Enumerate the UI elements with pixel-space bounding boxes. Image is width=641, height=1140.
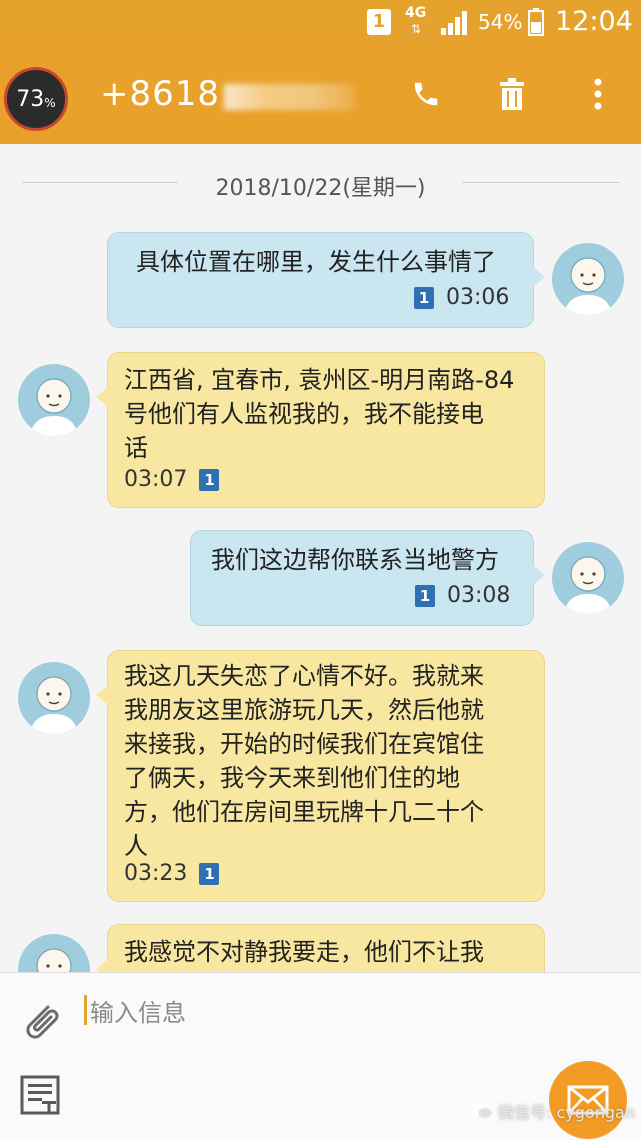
memory-badge[interactable]: 73 % <box>4 67 68 131</box>
signal-icon <box>441 11 467 35</box>
contact-number: +8618 <box>100 74 221 114</box>
message-bubble-incoming[interactable]: 我感觉不对静我要走，他们不让我 <box>96 924 545 972</box>
network-type: 4G <box>405 5 427 21</box>
sim-chip-icon: 1 <box>199 468 220 491</box>
person-avatar-icon <box>30 378 78 436</box>
battery-icon <box>528 8 544 36</box>
message-time: 03:23 <box>124 861 188 886</box>
message-time: 03:08 <box>447 583 511 608</box>
person-avatar-icon <box>564 257 612 315</box>
message-text: 江西省, 宜春市, 袁州区-明月南路-84 号他们有人监视我的，我不能接电 话 <box>124 363 514 465</box>
status-clock: 12:04 <box>555 6 633 37</box>
message-bubble-outgoing[interactable]: 具体位置在哪里，发生什么事情了 1 03:06 <box>107 232 545 328</box>
conversation-header: 73 % +8618 <box>0 44 641 144</box>
watermark: 微信号: cygongan <box>470 1099 635 1123</box>
message-line: 号他们有人监视我的，我不能接电 <box>124 400 484 428</box>
message-bubble-outgoing[interactable]: 我们这边帮你联系当地警方 1 03:08 <box>190 530 545 626</box>
sim-chip-icon: 1 <box>414 286 434 309</box>
message-text: 具体位置在哪里，发生什么事情了 <box>136 248 496 276</box>
trash-icon <box>500 78 524 110</box>
message-line: 了俩天，我今天来到他们住的地 <box>124 764 460 792</box>
watermark-text: 微信号: cygongan <box>498 1103 635 1122</box>
message-composer: 输入信息 微信号: cygongan <box>0 972 641 1140</box>
wechat-icon <box>470 1103 492 1118</box>
avatar[interactable] <box>552 243 624 315</box>
message-list[interactable]: 2018/10/22(星期一) 具体位置在哪里，发生什么事情了 1 03:06 … <box>0 144 641 972</box>
sim-chip-icon: 1 <box>415 584 435 607</box>
message-meta: 1 03:08 <box>415 583 510 608</box>
paperclip-icon[interactable] <box>18 997 66 1045</box>
sim-chip-icon: 1 <box>199 862 220 885</box>
redacted-number <box>224 84 354 110</box>
message-input[interactable]: 输入信息 <box>90 993 186 1028</box>
person-avatar-icon <box>36 948 72 972</box>
message-bubble-incoming[interactable]: 我这几天失恋了心情不好。我就来 我朋友这里旅游玩几天，然后他就 来接我，开始的时… <box>96 650 545 902</box>
message-line: 江西省, 宜春市, 袁州区-明月南路-84 <box>124 366 515 394</box>
message-meta: 03:07 1 <box>124 467 220 492</box>
message-text: 我这几天失恋了心情不好。我就来 我朋友这里旅游玩几天，然后他就 来接我，开始的时… <box>124 659 484 863</box>
avatar[interactable] <box>18 662 90 734</box>
message-line: 话 <box>124 434 148 462</box>
network-activity-icon: ⇅ <box>411 22 422 36</box>
delete-button[interactable] <box>492 74 532 114</box>
message-line: 方，他们在房间里玩牌十几二十个 <box>124 798 484 826</box>
text-cursor <box>84 995 87 1025</box>
sim-slot-indicator: 1 <box>367 9 391 35</box>
more-vertical-icon <box>594 78 602 110</box>
battery-percent: 54% <box>478 10 523 34</box>
memory-badge-value: 73 <box>16 86 45 112</box>
message-text: 我感觉不对静我要走，他们不让我 <box>124 938 484 966</box>
message-line: 我朋友这里旅游玩几天，然后他就 <box>124 696 484 724</box>
message-time: 03:07 <box>124 467 188 492</box>
message-time: 03:06 <box>446 285 510 310</box>
message-meta: 03:23 1 <box>124 861 220 886</box>
text-template-icon[interactable] <box>20 1075 60 1115</box>
date-separator: 2018/10/22(星期一) <box>215 176 426 201</box>
message-meta: 1 03:06 <box>414 285 509 310</box>
phone-icon <box>414 82 438 106</box>
avatar[interactable] <box>18 364 90 436</box>
status-bar: 1 4G ⇅ 54% 12:04 <box>0 0 641 44</box>
call-button[interactable] <box>406 74 446 114</box>
avatar[interactable] <box>18 934 90 972</box>
memory-badge-unit: % <box>44 96 56 110</box>
message-bubble-incoming[interactable]: 江西省, 宜春市, 袁州区-明月南路-84 号他们有人监视我的，我不能接电 话 … <box>96 352 545 508</box>
message-line: 我这几天失恋了心情不好。我就来 <box>124 662 484 690</box>
more-options-button[interactable] <box>578 74 618 114</box>
person-avatar-icon <box>564 556 612 614</box>
message-line: 来接我，开始的时候我们在宾馆住 <box>124 730 484 758</box>
date-divider-right <box>462 182 620 183</box>
person-avatar-icon <box>30 676 78 734</box>
message-text: 我们这边帮你联系当地警方 <box>211 546 499 574</box>
message-line: 人 <box>124 832 148 860</box>
avatar[interactable] <box>552 542 624 614</box>
